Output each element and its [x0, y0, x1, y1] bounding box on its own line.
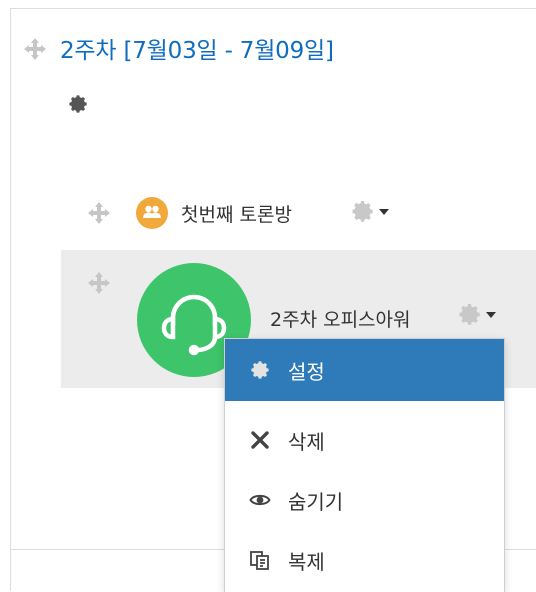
menu-item-duplicate[interactable]: 복제	[225, 529, 504, 591]
eye-icon	[249, 489, 271, 511]
section-edit-gear-icon[interactable]	[67, 93, 89, 115]
section-border-top	[10, 8, 536, 9]
activity-row-forum: 첫번째 토론방	[82, 192, 522, 236]
menu-item-label: 삭제	[288, 430, 325, 454]
move-section-icon[interactable]	[24, 38, 46, 60]
menu-item-hide[interactable]: 숨기기	[225, 469, 504, 531]
close-icon	[249, 429, 271, 451]
menu-item-label: 복제	[288, 550, 325, 574]
gear-icon	[249, 359, 271, 381]
forum-icon[interactable]	[136, 197, 168, 229]
menu-item-label: 숨기기	[288, 490, 344, 514]
section-border-left	[10, 8, 11, 591]
menu-item-label: 설정	[288, 360, 325, 384]
menu-item-delete[interactable]: 삭제	[225, 409, 504, 471]
move-activity-icon[interactable]	[88, 202, 110, 224]
edit-menu-toggle-office-hour[interactable]	[459, 303, 499, 327]
menu-item-settings[interactable]: 설정	[225, 339, 504, 401]
edit-dropdown-menu: 설정 삭제 숨기기 복제	[224, 338, 505, 592]
copy-icon	[249, 549, 271, 571]
activity-name-forum[interactable]: 첫번째 토론방	[181, 200, 292, 227]
section-title[interactable]: 2주차 [7월03일 - 7월09일]	[60, 31, 334, 65]
activity-name-office-hour[interactable]: 2주차 오피스아워	[270, 305, 411, 332]
move-activity-icon[interactable]	[88, 272, 110, 294]
edit-menu-toggle-forum[interactable]	[352, 200, 392, 224]
